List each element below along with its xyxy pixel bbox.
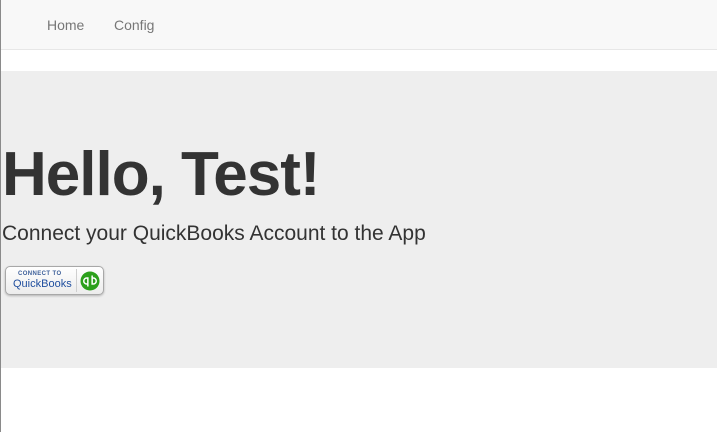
qb-brand-label: QuickBooks (13, 278, 72, 290)
top-navbar: Home Config (1, 0, 717, 50)
hero-jumbotron: Hello, Test! Connect your QuickBooks Acc… (1, 71, 717, 368)
quickbooks-logo-icon (80, 271, 100, 291)
hero-description: Connect your QuickBooks Account to the A… (2, 222, 426, 245)
app-window: Home Config Hello, Test! Connect your Qu… (0, 0, 717, 432)
qb-divider (76, 269, 77, 292)
page-title: Hello, Test! (2, 140, 321, 209)
connect-to-quickbooks-button[interactable]: CONNECT TO QuickBooks (5, 266, 104, 295)
nav-config-link[interactable]: Config (114, 17, 154, 33)
qb-connect-label: CONNECT TO (18, 271, 62, 277)
nav-home-link[interactable]: Home (47, 17, 84, 33)
